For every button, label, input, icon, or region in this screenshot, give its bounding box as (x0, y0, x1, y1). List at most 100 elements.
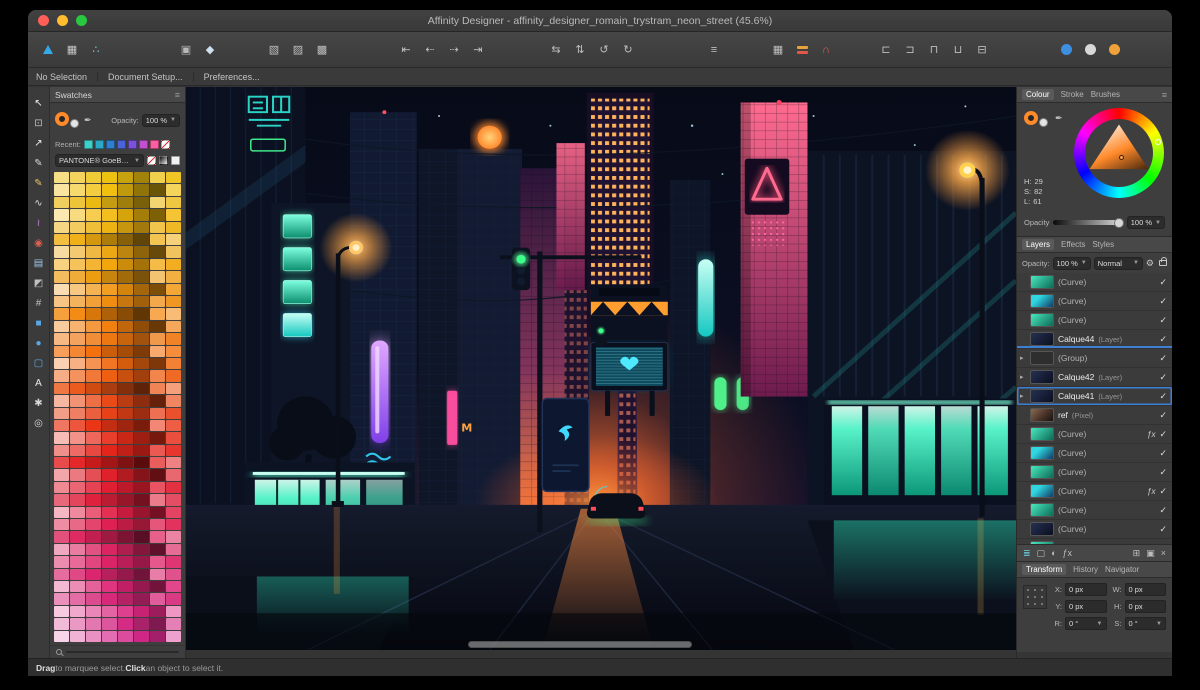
swatch[interactable] (118, 457, 133, 469)
swatch[interactable] (166, 395, 181, 407)
swatch[interactable] (166, 333, 181, 345)
expand-arrow-icon[interactable]: ▸ (1020, 373, 1026, 381)
swatch[interactable] (54, 172, 69, 184)
paint-brush-tool[interactable]: ≀ (30, 215, 48, 231)
swatch[interactable] (70, 543, 85, 556)
swatch[interactable] (70, 221, 85, 233)
swatch[interactable] (86, 568, 101, 581)
swatch[interactable] (54, 605, 69, 618)
swatch[interactable] (118, 481, 133, 494)
add-layer-button[interactable]: ⊞ (1133, 548, 1141, 559)
delete-layer-button[interactable]: × (1161, 548, 1166, 558)
swatch[interactable] (70, 345, 85, 357)
pixel-persona-button[interactable]: ▦ (62, 41, 82, 58)
swatch[interactable] (134, 233, 149, 246)
swatch[interactable] (102, 543, 117, 556)
swatch[interactable] (102, 357, 117, 370)
swatch[interactable] (150, 506, 165, 519)
swatch[interactable] (70, 407, 85, 419)
swatch[interactable] (54, 593, 69, 605)
tab-effects[interactable]: Effects (1061, 240, 1085, 249)
layer-visibility-check[interactable]: ✓ (1159, 410, 1167, 421)
swatch[interactable] (166, 271, 181, 283)
swatch[interactable] (86, 308, 101, 320)
swatch[interactable] (118, 605, 133, 618)
swatch[interactable] (86, 283, 101, 295)
tab-navigator[interactable]: Navigator (1105, 565, 1139, 574)
swatch[interactable] (166, 531, 181, 543)
swatch[interactable] (134, 320, 149, 333)
vector-brush-tool[interactable]: ∿ (30, 195, 48, 211)
swatch[interactable] (54, 581, 69, 593)
swatch[interactable] (70, 172, 85, 184)
palette-select[interactable]: PANTONE® GoeBridge… ▼ (55, 154, 144, 167)
swatch[interactable] (166, 221, 181, 233)
swatch[interactable] (54, 457, 69, 469)
swatch[interactable] (70, 382, 85, 395)
swatch[interactable] (134, 295, 149, 308)
swatch[interactable] (102, 233, 117, 246)
horizontal-scrollbar[interactable] (468, 641, 693, 648)
swatch[interactable] (166, 382, 181, 395)
swatch[interactable] (70, 333, 85, 345)
swatch[interactable] (118, 556, 133, 568)
swatch[interactable] (118, 630, 133, 642)
tab-stroke[interactable]: Stroke (1061, 90, 1084, 99)
tab-layers[interactable]: Layers (1022, 239, 1055, 250)
swatch[interactable] (102, 221, 117, 233)
swatch[interactable] (118, 444, 133, 457)
swatch[interactable] (118, 209, 133, 221)
swatch[interactable] (54, 618, 69, 630)
swatch[interactable] (118, 283, 133, 295)
swatch[interactable] (166, 519, 181, 531)
transparency-tool[interactable]: ◩ (30, 275, 48, 291)
layer-row[interactable]: (Curve) ✓ (1017, 292, 1172, 311)
swatch[interactable] (166, 407, 181, 419)
swatch[interactable] (150, 469, 165, 481)
transform-input-h[interactable]: 0 px (1124, 600, 1166, 613)
swatch[interactable] (86, 172, 101, 184)
swatch[interactable] (166, 419, 181, 432)
swatch[interactable] (86, 209, 101, 221)
swatch[interactable] (118, 407, 133, 419)
swatch[interactable] (70, 469, 85, 481)
swatch[interactable] (86, 382, 101, 395)
swatch[interactable] (118, 581, 133, 593)
swatch[interactable] (70, 519, 85, 531)
layer-row[interactable]: (Curve) ✓ (1017, 444, 1172, 463)
swatch[interactable] (86, 407, 101, 419)
no-fill-swatch[interactable] (147, 156, 156, 165)
layer-row[interactable]: (Curve) ✓ (1017, 311, 1172, 330)
swatch[interactable] (102, 444, 117, 457)
swatch[interactable] (54, 419, 69, 432)
anchor-point-selector[interactable] (1023, 585, 1047, 609)
swatch[interactable] (150, 556, 165, 568)
swatch[interactable] (70, 258, 85, 271)
swatch[interactable] (54, 494, 69, 506)
swatch[interactable] (102, 308, 117, 320)
swatch[interactable] (150, 395, 165, 407)
node-tool[interactable]: ↗ (30, 135, 48, 151)
layer-row[interactable]: ▸ Calque42 (Layer) ✓ (1017, 368, 1172, 387)
colour-circle-button[interactable] (1056, 41, 1076, 58)
swatch[interactable] (86, 320, 101, 333)
swatch[interactable] (86, 196, 101, 209)
swatch[interactable] (150, 444, 165, 457)
swatch[interactable] (118, 221, 133, 233)
swatch[interactable] (134, 258, 149, 271)
swatch[interactable] (134, 283, 149, 295)
blend-mode-select[interactable]: Normal ▼ (1093, 256, 1143, 270)
swatch[interactable] (86, 494, 101, 506)
duplicate-layer-button[interactable]: ▣ (1146, 548, 1155, 559)
swatch[interactable] (102, 333, 117, 345)
swatch[interactable] (118, 506, 133, 519)
swatch[interactable] (134, 556, 149, 568)
swatch[interactable] (150, 543, 165, 556)
gear-icon[interactable]: ⚙ (1146, 258, 1154, 269)
rounded-rectangle-tool[interactable]: ▢ (30, 355, 48, 371)
swatch[interactable] (150, 172, 165, 184)
swatch[interactable] (166, 233, 181, 246)
swatch[interactable] (102, 568, 117, 581)
swatch[interactable] (54, 233, 69, 246)
adjustment-layer-button[interactable]: ◐ (1051, 548, 1056, 558)
